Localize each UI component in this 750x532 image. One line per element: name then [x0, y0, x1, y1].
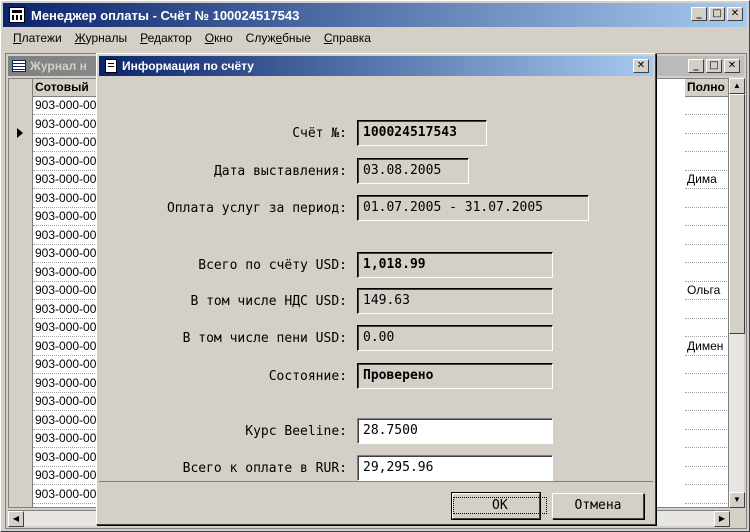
phone-cell[interactable]: 903-000-00 — [33, 171, 103, 189]
fullname-cell[interactable] — [685, 449, 729, 467]
phone-cell[interactable]: 903-000-00 — [33, 97, 103, 115]
phone-cell[interactable]: 903-000-00 — [33, 448, 103, 467]
fullname-cell[interactable] — [685, 430, 729, 448]
column-header-phone[interactable]: Сотовый — [33, 79, 103, 97]
phone-cell[interactable]: 903-000-00 — [33, 430, 103, 448]
phone-cell[interactable]: 903-000-00 — [33, 356, 103, 374]
status-label: Состояние: — [268, 369, 347, 384]
fullname-cell[interactable] — [685, 486, 729, 504]
penalty-usd-label: В том числе пени USD: — [182, 331, 347, 346]
dialog-titlebar[interactable]: Информация по счёту ✕ — [99, 56, 653, 76]
journal-maximize-button[interactable]: □ — [706, 59, 722, 73]
phone-cell[interactable]: 903-000-00 — [33, 300, 103, 319]
service-period-label: Оплата услуг за период: — [166, 201, 347, 216]
phone-cell[interactable]: 903-000-00 — [33, 411, 103, 430]
phone-cell[interactable]: 903-000-00 — [33, 485, 103, 504]
penalty-usd-field: 0.00 — [357, 325, 553, 351]
vat-usd-field: 149.63 — [357, 288, 553, 314]
scroll-left-icon[interactable]: ◀ — [8, 511, 24, 527]
main-window: Менеджер оплаты - Счёт № 100024517543 _ … — [0, 0, 750, 532]
menu-help[interactable]: Справка — [318, 31, 378, 45]
fullname-cell[interactable] — [685, 97, 729, 115]
phone-cell[interactable]: 903-000-00 — [33, 152, 103, 171]
total-rur-input[interactable]: 29,295.96 — [357, 455, 553, 481]
ok-button[interactable]: OK — [451, 492, 547, 520]
fullname-cell[interactable] — [685, 116, 729, 134]
menu-payments[interactable]: Платежи — [7, 31, 69, 45]
vat-usd-label: В том числе НДС USD: — [190, 294, 347, 309]
app-icon — [9, 7, 25, 23]
beeline-rate-label: Курс Beeline: — [245, 424, 347, 439]
dialog-close-button[interactable]: ✕ — [633, 59, 649, 73]
scroll-down-icon[interactable]: ▼ — [729, 492, 745, 508]
menu-service[interactable]: Служебные — [240, 31, 318, 45]
phone-cell[interactable]: 903-000-00 — [33, 282, 103, 300]
service-period-field: 01.07.2005 - 31.07.2005 — [357, 195, 589, 221]
fullname-cell[interactable] — [685, 393, 729, 411]
fullname-cell[interactable] — [685, 227, 729, 245]
column-header-fullname[interactable]: Полно — [685, 79, 729, 97]
phone-cell[interactable]: 903-000-00 — [33, 263, 103, 282]
phone-cell[interactable]: 903-000-00 — [33, 337, 103, 356]
main-titlebar[interactable]: Менеджер оплаты - Счёт № 100024517543 _ … — [3, 3, 747, 27]
cancel-button[interactable]: Отмена — [552, 493, 644, 519]
fullname-cell[interactable] — [685, 245, 729, 263]
fullname-cell[interactable] — [685, 356, 729, 374]
close-button[interactable]: ✕ — [727, 7, 743, 21]
phone-cell[interactable]: 903-000-00 — [33, 134, 103, 152]
minimize-button[interactable]: _ — [691, 7, 707, 21]
journal-title: Журнал н — [30, 59, 87, 73]
fullname-cell[interactable] — [685, 467, 729, 485]
vertical-scrollbar[interactable]: ▲ ▼ — [728, 78, 745, 508]
beeline-rate-input[interactable]: 28.7500 — [357, 418, 553, 444]
fullname-cell[interactable] — [685, 153, 729, 171]
invoice-number-field: 100024517543 — [357, 120, 487, 146]
invoice-number-label: Счёт №: — [292, 126, 347, 141]
fullname-cell[interactable] — [685, 134, 729, 152]
status-field: Проверено — [357, 363, 553, 389]
phone-cell[interactable]: 903-000-00 — [33, 189, 103, 208]
fullname-cell[interactable] — [685, 208, 729, 226]
phone-cell[interactable]: 903-000-00 — [33, 226, 103, 245]
scroll-thumb[interactable] — [729, 94, 745, 334]
total-usd-field: 1,018.99 — [357, 252, 553, 278]
total-rur-label: Всего к оплате в RUR: — [182, 461, 347, 476]
fullname-cell[interactable] — [685, 264, 729, 282]
dialog-body: Счёт №: 100024517543 Дата выставления: 0… — [99, 78, 653, 482]
fullname-cell[interactable] — [685, 375, 729, 393]
fullname-cell[interactable]: Дима — [685, 171, 729, 189]
issue-date-field: 03.08.2005 — [357, 158, 469, 184]
menu-window[interactable]: Окно — [199, 31, 240, 45]
menubar: Платежи Журналы Редактор Окно Служебные … — [3, 27, 747, 49]
invoice-info-dialog: Информация по счёту ✕ Счёт №: 1000245175… — [96, 53, 656, 525]
fullname-cell[interactable] — [685, 412, 729, 430]
document-icon — [105, 59, 117, 73]
dialog-title: Информация по счёту — [122, 59, 254, 73]
scroll-up-icon[interactable]: ▲ — [729, 78, 745, 94]
fullname-cell[interactable]: Ольга — [685, 282, 729, 300]
fullname-cell[interactable] — [685, 301, 729, 319]
journal-minimize-button[interactable]: _ — [688, 59, 704, 73]
total-usd-label: Всего по счёту USD: — [198, 258, 347, 273]
fullname-cell[interactable] — [685, 190, 729, 208]
phone-cell[interactable]: 903-000-00 — [33, 319, 103, 337]
maximize-button[interactable]: □ — [709, 7, 725, 21]
scroll-right-icon[interactable]: ▶ — [714, 511, 730, 527]
app-title: Менеджер оплаты - Счёт № 100024517543 — [31, 7, 300, 23]
fullname-cell[interactable]: Димен — [685, 338, 729, 356]
issue-date-label: Дата выставления: — [213, 164, 347, 179]
phone-cell[interactable]: 903-000-00 — [33, 208, 103, 226]
journal-grid-icon — [12, 60, 26, 72]
phone-cell[interactable]: 903-000-00 — [33, 467, 103, 485]
phone-cell[interactable]: 903-000-00 — [33, 374, 103, 393]
current-row-arrow-icon — [17, 128, 23, 138]
phone-cell[interactable]: 903-000-00 — [33, 393, 103, 411]
menu-editor[interactable]: Редактор — [134, 31, 199, 45]
journal-close-button[interactable]: ✕ — [724, 59, 740, 73]
phone-cell[interactable]: 903-000-00 — [33, 115, 103, 134]
fullname-cell[interactable] — [685, 319, 729, 337]
row-indicator-column — [9, 79, 33, 507]
phone-cell[interactable]: 903-000-00 — [33, 245, 103, 263]
menu-journals[interactable]: Журналы — [69, 31, 134, 45]
